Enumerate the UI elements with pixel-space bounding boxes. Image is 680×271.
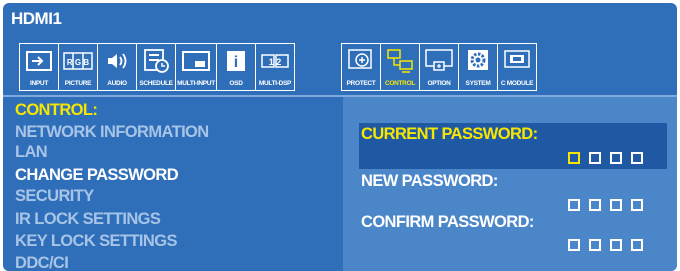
schedule-icon <box>137 47 175 75</box>
osd-window: HDMI1 INPUT R G B PICTURE AUDIO SCHEDULE… <box>3 3 677 271</box>
confirm-password-input[interactable] <box>568 239 643 251</box>
toolbar-label: AUDIO <box>107 80 127 87</box>
osd-icon: i <box>217 47 255 75</box>
toolbar-label: OPTION <box>427 80 451 87</box>
control-menu-list: CONTROL: NETWORK INFORMATION LAN CHANGE … <box>3 97 341 271</box>
password-digit-box[interactable] <box>568 199 580 211</box>
toolbar-osd[interactable]: i OSD <box>216 43 256 91</box>
menu-item-security[interactable]: SECURITY <box>15 187 94 206</box>
toolbar-label: MULTI-DSP <box>258 80 292 87</box>
system-icon <box>459 47 497 75</box>
current-password-input[interactable] <box>568 152 643 164</box>
toolbar-label: MULTI-INPUT <box>177 80 215 87</box>
password-digit-box[interactable] <box>589 199 601 211</box>
toolbar-schedule[interactable]: SCHEDULE <box>136 43 176 91</box>
toolbar-label: PICTURE <box>64 80 92 87</box>
toolbar-label: CONTROL <box>384 80 416 87</box>
toolbar-picture[interactable]: R G B PICTURE <box>58 43 98 91</box>
menu-item-key-lock-settings[interactable]: KEY LOCK SETTINGS <box>15 232 177 251</box>
toolbar-label: PROTECT <box>346 80 376 87</box>
password-digit-box[interactable] <box>589 239 601 251</box>
current-password-label: CURRENT PASSWORD: <box>361 125 538 143</box>
toolbar-option[interactable]: OPTION <box>419 43 459 91</box>
input-icon <box>20 47 58 75</box>
password-digit-box[interactable] <box>631 199 643 211</box>
toolbar-c-module[interactable]: C MODULE <box>497 43 537 91</box>
menu-item-ddc-ci[interactable]: DDC/CI <box>15 254 69 271</box>
toolbar-audio[interactable]: AUDIO <box>97 43 137 91</box>
compute-module-icon <box>498 47 536 75</box>
toolbar-multi-dsp[interactable]: 1 2 MULTI-DSP <box>255 43 295 91</box>
password-digit-box[interactable] <box>631 152 643 164</box>
toolbar-protect[interactable]: PROTECT <box>341 43 381 91</box>
new-password-label: NEW PASSWORD: <box>361 172 498 190</box>
menu-heading: CONTROL: <box>15 101 98 119</box>
menu-item-network-information[interactable]: NETWORK INFORMATION <box>15 123 209 142</box>
multi-input-icon <box>176 47 216 75</box>
password-digit-box[interactable] <box>631 239 643 251</box>
change-password-panel: CURRENT PASSWORD: NEW PASSWORD: CONFIRM … <box>343 97 677 271</box>
option-icon <box>420 47 458 75</box>
menu-item-change-password[interactable]: CHANGE PASSWORD <box>15 166 179 185</box>
toolbar-label: SYSTEM <box>465 80 491 87</box>
toolbar-label: OSD <box>229 80 243 87</box>
info-glyph: i <box>234 54 238 71</box>
toolbar-label: C MODULE <box>500 80 534 87</box>
password-digit-box[interactable] <box>610 239 622 251</box>
menu-item-ir-lock-settings[interactable]: IR LOCK SETTINGS <box>15 210 161 229</box>
picture-icon: R G B <box>59 47 97 75</box>
rgb-glyphs: R G B <box>67 58 89 67</box>
password-digit-box[interactable] <box>610 199 622 211</box>
input-source-title: HDMI1 <box>11 9 62 28</box>
toolbar-label: SCHEDULE <box>139 80 173 87</box>
toolbar-multi-input[interactable]: MULTI-INPUT <box>175 43 217 91</box>
control-icon <box>381 47 419 75</box>
new-password-input[interactable] <box>568 199 643 211</box>
password-digit-box[interactable] <box>589 152 601 164</box>
menu-item-lan[interactable]: LAN <box>15 143 48 162</box>
password-digit-box[interactable] <box>610 152 622 164</box>
protect-icon <box>342 47 380 75</box>
multi-display-icon: 1 2 <box>256 47 294 75</box>
audio-icon <box>98 47 136 75</box>
toolbar-label: INPUT <box>29 80 48 87</box>
password-digit-box[interactable] <box>568 239 580 251</box>
main-menu-toolbar: INPUT R G B PICTURE AUDIO SCHEDULE MULTI… <box>3 35 677 91</box>
confirm-password-label: CONFIRM PASSWORD: <box>361 213 534 231</box>
toolbar-system[interactable]: SYSTEM <box>458 43 498 91</box>
toolbar-input[interactable]: INPUT <box>19 43 59 91</box>
display-number-glyphs: 1 2 <box>269 57 282 67</box>
password-digit-box[interactable] <box>568 152 580 164</box>
toolbar-control[interactable]: CONTROL <box>380 43 420 91</box>
